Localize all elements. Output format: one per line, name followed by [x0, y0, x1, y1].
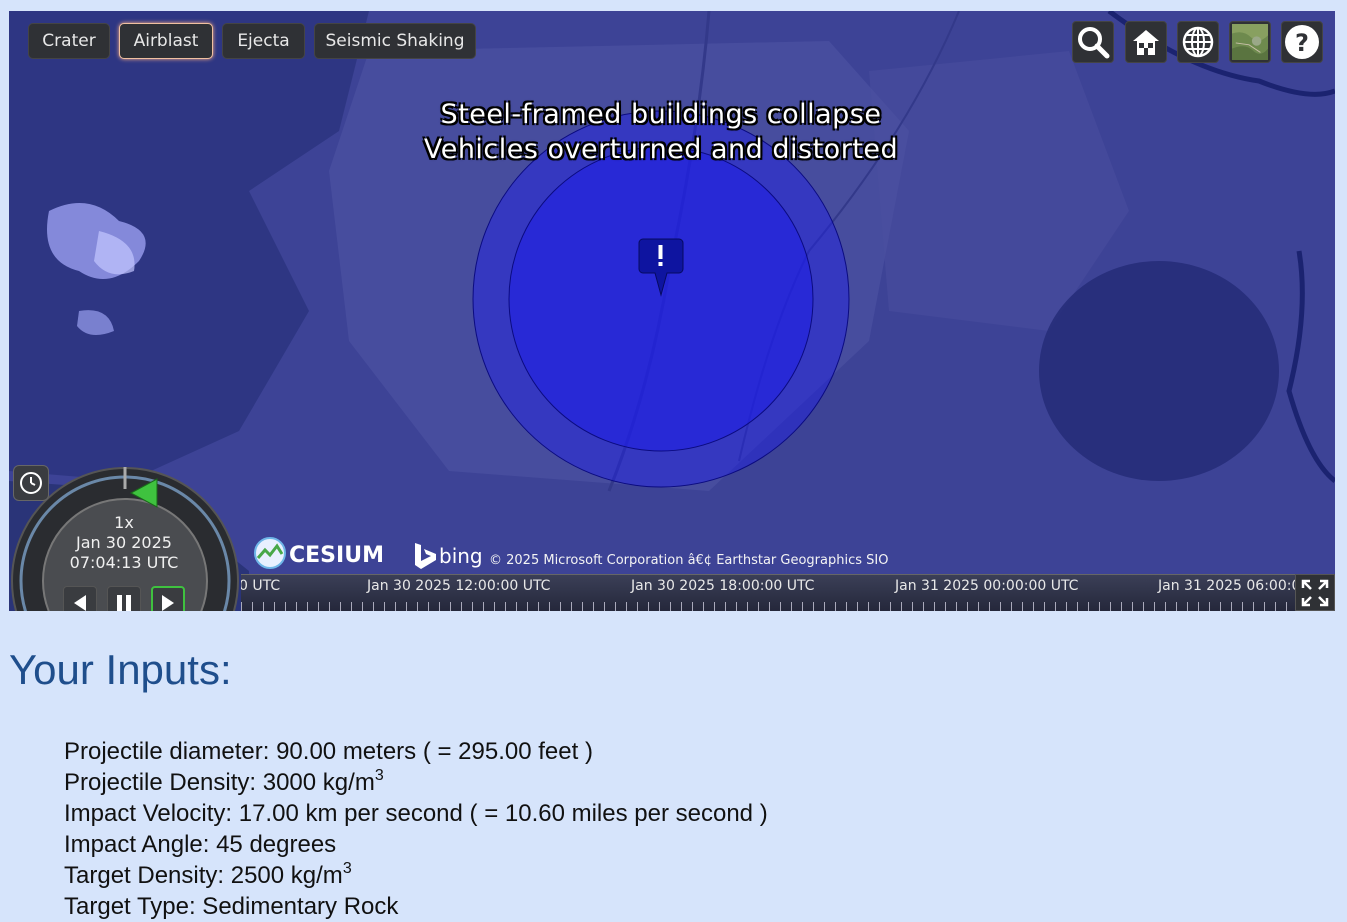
pause-button[interactable]	[107, 586, 141, 611]
svg-text:CESIUM: CESIUM	[289, 543, 384, 568]
fullscreen-icon	[1301, 579, 1329, 606]
target-density: Target Density: 2500 kg/m3	[64, 860, 352, 890]
impact-velocity: Impact Velocity: 17.00 km per second ( =…	[64, 800, 768, 827]
home-button[interactable]	[1125, 21, 1167, 63]
search-button[interactable]	[1072, 21, 1114, 63]
clock-button[interactable]	[13, 465, 49, 501]
timeline-label: 0 UTC	[241, 578, 281, 594]
globe-icon	[1182, 26, 1214, 58]
timeline[interactable]: 0 UTC Jan 30 2025 12:00:00 UTC Jan 30 20…	[241, 574, 1295, 611]
imagery-attribution: © 2025 Microsoft Corporation â€¢ Earthst…	[489, 553, 889, 568]
timeline-label: Jan 31 2025 00:00:00 UTC	[895, 578, 1079, 594]
projectile-diameter: Projectile diameter: 90.00 meters ( = 29…	[64, 738, 593, 765]
play-reverse-icon	[74, 595, 86, 611]
inputs-heading: Your Inputs:	[9, 646, 232, 693]
timeline-ticks	[241, 602, 1295, 611]
base-layer-picker-button[interactable]	[1229, 21, 1271, 63]
zone-label-line2: Vehicles overturned and distorted	[423, 134, 899, 165]
pause-icon	[117, 595, 131, 611]
tab-ejecta[interactable]: Ejecta	[222, 23, 305, 59]
play-reverse-button[interactable]	[63, 586, 97, 611]
projectile-density: Projectile Density: 3000 kg/m3	[64, 767, 384, 797]
scene-mode-button[interactable]	[1177, 21, 1219, 63]
time-label: 07:04:13 UTC	[69, 553, 179, 572]
home-icon	[1133, 30, 1159, 55]
tab-seismic-shaking[interactable]: Seismic Shaking	[314, 23, 476, 59]
play-icon	[162, 595, 174, 611]
search-icon	[1078, 27, 1110, 59]
inputs-list: Projectile diameter: 90.00 meters ( = 29…	[64, 736, 768, 922]
cesium-logo[interactable]: CESIUM	[253, 536, 403, 570]
play-button[interactable]	[151, 586, 185, 611]
target-type: Target Type: Sedimentary Rock	[64, 893, 399, 920]
speed-label: 1x	[114, 513, 134, 532]
imagery-picker-icon	[1232, 24, 1268, 60]
help-button[interactable]: ?	[1281, 21, 1323, 63]
tab-crater[interactable]: Crater	[28, 23, 110, 59]
svg-text:bing: bing	[439, 544, 483, 568]
airblast-inner-zone	[508, 146, 814, 452]
bing-logo[interactable]: bing	[412, 541, 492, 571]
fullscreen-button[interactable]	[1295, 574, 1335, 611]
svg-text:?: ?	[1295, 29, 1309, 57]
clock-icon	[20, 472, 42, 494]
date-label: Jan 30 2025	[76, 533, 172, 552]
help-icon: ?	[1285, 25, 1319, 59]
timeline-label: Jan 30 2025 18:00:00 UTC	[631, 578, 815, 594]
cesium-viewer[interactable]: Steel-framed buildings collapse Vehicles…	[9, 11, 1335, 611]
impact-angle: Impact Angle: 45 degrees	[64, 831, 337, 858]
zone-label-line1: Steel-framed buildings collapse	[440, 99, 882, 130]
timeline-label: Jan 30 2025 12:00:00 UTC	[367, 578, 551, 594]
timeline-label: Jan 31 2025 06:00:00 UTC	[1158, 578, 1295, 594]
tab-airblast[interactable]: Airblast	[119, 23, 213, 59]
animation-widget: 1x Jan 30 2025 07:04:13 UTC	[9, 459, 249, 611]
